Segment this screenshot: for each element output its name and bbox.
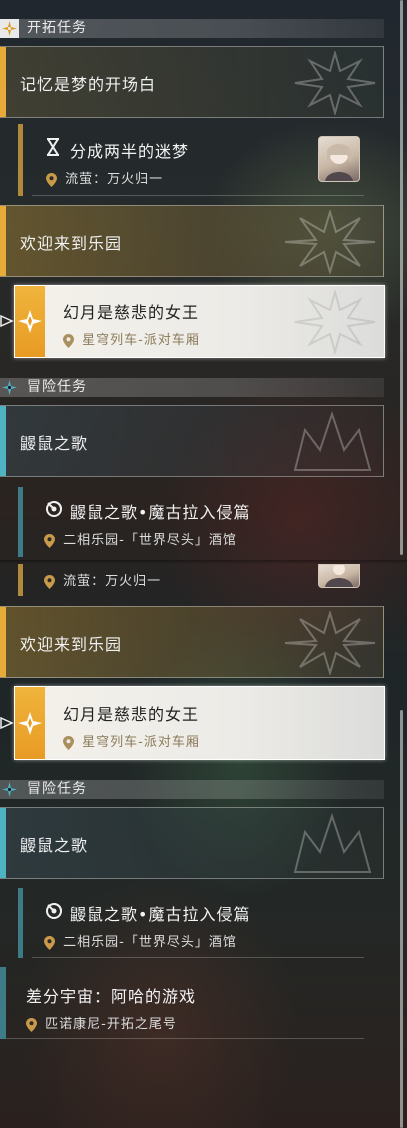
subquest-location-text: 星穹列车-派对车厢 bbox=[82, 333, 200, 348]
adventure-header-label: 冒险任务 bbox=[27, 379, 87, 395]
adventure-icon bbox=[0, 378, 19, 397]
quest-emblem-icon bbox=[293, 410, 372, 471]
quest-mole-song[interactable]: 鼹鼠之歌 bbox=[0, 405, 384, 477]
subquest-color-bar bbox=[18, 487, 23, 557]
quest-emblem-icon bbox=[284, 611, 376, 675]
quest-mole-song[interactable]: 鼹鼠之歌 bbox=[0, 807, 384, 879]
subquest-color-bar bbox=[18, 888, 23, 958]
subquest-color-bar bbox=[18, 564, 23, 596]
quest-title: 欢迎来到乐园 bbox=[20, 234, 123, 253]
trailblaze-mission-icon bbox=[15, 286, 45, 357]
hourglass-icon bbox=[46, 138, 60, 156]
quest-emblem-icon bbox=[293, 812, 372, 873]
location-pin-icon bbox=[44, 533, 55, 548]
location-pin-icon bbox=[63, 735, 74, 750]
subquest-divergent-universe[interactable]: 差分宇宙：阿哈的游戏 匹诺康尼-开拓之尾号 bbox=[0, 967, 384, 1039]
quest-emblem-icon bbox=[294, 51, 376, 115]
subquest-split-dream-partial[interactable]: 流萤：万火归一 bbox=[18, 564, 384, 596]
subquest-location: 匹诺康尼-开拓之尾号 bbox=[26, 1013, 177, 1032]
subquest-split-dream[interactable]: 分成两半的迷梦 流萤：万火归一 bbox=[18, 124, 384, 196]
quest-title: 鼹鼠之歌 bbox=[20, 434, 89, 453]
quest-emblem-icon bbox=[284, 210, 376, 274]
trailblaze-icon bbox=[0, 19, 19, 38]
quest-color-bar bbox=[0, 206, 6, 276]
subquest-location: 二相乐园-「世界尽头」酒馆 bbox=[44, 931, 237, 950]
subquest-mole-invasion[interactable]: 鼹鼠之歌•魔古拉入侵篇 二相乐园-「世界尽头」酒馆 bbox=[18, 888, 384, 958]
quest-title: 欢迎来到乐园 bbox=[20, 635, 123, 654]
selection-arrow-icon bbox=[0, 716, 14, 730]
subquest-mole-invasion[interactable]: 鼹鼠之歌•魔古拉入侵篇 二相乐园-「世界尽头」酒馆 bbox=[18, 487, 384, 557]
quest-title: 鼹鼠之歌 bbox=[20, 836, 89, 855]
selection-arrow-icon bbox=[0, 314, 14, 328]
scrollbar[interactable] bbox=[400, 0, 403, 555]
location-pin-icon bbox=[44, 935, 55, 950]
quest-color-bar bbox=[0, 47, 6, 117]
trailblaze-mission-icon bbox=[15, 687, 45, 759]
adventure-mission-header: 冒险任务 bbox=[0, 378, 384, 397]
subquest-title: 分成两半的迷梦 bbox=[70, 142, 190, 161]
quest-paradise[interactable]: 欢迎来到乐园 bbox=[0, 205, 384, 277]
adventure-icon bbox=[0, 780, 19, 799]
location-pin-icon bbox=[44, 574, 55, 589]
subquest-title: 幻月是慈悲的女王 bbox=[63, 705, 200, 724]
location-pin-icon bbox=[46, 172, 57, 187]
subquest-location: 流萤：万火归一 bbox=[44, 570, 161, 589]
subquest-location: 星穹列车-派对车厢 bbox=[63, 329, 200, 348]
subquest-title: 差分宇宙：阿哈的游戏 bbox=[26, 987, 197, 1006]
subquest-location-text: 流萤：万火归一 bbox=[63, 574, 162, 589]
subquest-location: 二相乐园-「世界尽头」酒馆 bbox=[44, 529, 237, 548]
character-avatar bbox=[318, 564, 360, 588]
adventure-gear-icon bbox=[44, 499, 64, 519]
subquest-merciful-queen[interactable]: 幻月是慈悲的女王 星穹列车-派对车厢 bbox=[14, 285, 385, 358]
subquest-title: 鼹鼠之歌•魔古拉入侵篇 bbox=[70, 503, 251, 522]
subquest-merciful-queen[interactable]: 幻月是慈悲的女王 星穹列车-派对车厢 bbox=[14, 686, 385, 760]
character-avatar bbox=[318, 136, 360, 182]
quest-color-bar bbox=[0, 607, 6, 677]
adventure-gear-icon bbox=[44, 901, 64, 921]
subquest-color-bar bbox=[0, 967, 6, 1039]
divider bbox=[6, 1038, 364, 1039]
adventure-header-label: 冒险任务 bbox=[27, 781, 87, 797]
quest-memory[interactable]: 记忆是梦的开场白 bbox=[0, 46, 384, 118]
subquest-location: 流萤：万火归一 bbox=[46, 168, 163, 187]
subquest-location-text: 二相乐园-「世界尽头」酒馆 bbox=[63, 935, 237, 950]
quest-emblem-icon bbox=[294, 290, 376, 354]
quest-paradise[interactable]: 欢迎来到乐园 bbox=[0, 606, 384, 678]
quest-color-bar bbox=[0, 406, 6, 476]
scrollbar[interactable] bbox=[400, 710, 403, 1128]
divider bbox=[32, 195, 364, 196]
location-pin-icon bbox=[63, 333, 74, 348]
subquest-location-text: 星穹列车-派对车厢 bbox=[82, 735, 200, 750]
trailblaze-mission-header: 开拓任务 bbox=[0, 19, 384, 38]
subquest-location-text: 二相乐园-「世界尽头」酒馆 bbox=[63, 533, 237, 548]
subquest-location-text: 流萤：万火归一 bbox=[65, 172, 164, 187]
subquest-color-bar bbox=[18, 124, 23, 196]
location-pin-icon bbox=[26, 1017, 37, 1032]
subquest-title: 鼹鼠之歌•魔古拉入侵篇 bbox=[70, 905, 251, 924]
quest-title: 记忆是梦的开场白 bbox=[20, 75, 157, 94]
adventure-mission-header: 冒险任务 bbox=[0, 780, 384, 799]
subquest-location-text: 匹诺康尼-开拓之尾号 bbox=[45, 1017, 177, 1032]
trailblaze-header-label: 开拓任务 bbox=[27, 20, 87, 36]
subquest-title: 幻月是慈悲的女王 bbox=[63, 303, 200, 322]
divider bbox=[32, 957, 364, 958]
quest-color-bar bbox=[0, 808, 6, 878]
subquest-location: 星穹列车-派对车厢 bbox=[63, 731, 200, 750]
